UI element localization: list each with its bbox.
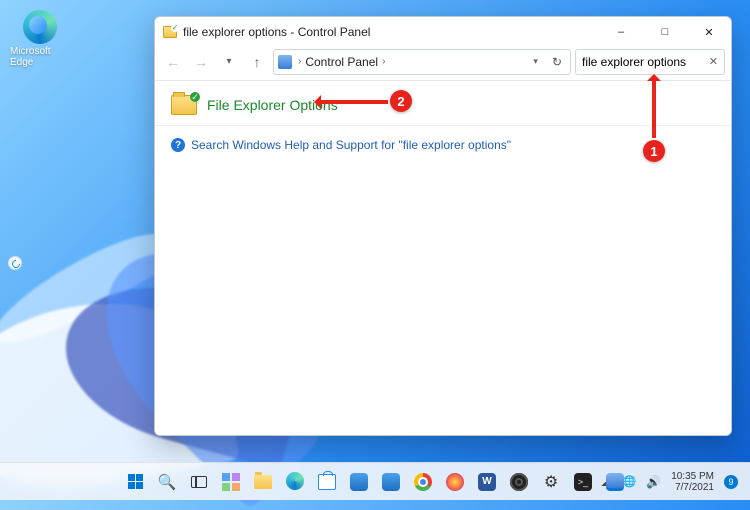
mail-icon: [350, 473, 368, 491]
taskbar-app-obs[interactable]: [505, 468, 533, 496]
taskbar-app-chrome[interactable]: [409, 468, 437, 496]
nav-up-button[interactable]: ↑: [245, 50, 269, 74]
control-panel-breadcrumb-icon: [278, 55, 292, 69]
nav-toolbar: ← → ▾ ↑ › Control Panel › ▾ ↻ ✕: [155, 47, 731, 81]
address-dropdown-icon[interactable]: ▾: [529, 54, 542, 69]
widgets-button[interactable]: [217, 468, 245, 496]
gear-icon: ⚙: [544, 472, 558, 492]
notif-count: 9: [728, 477, 733, 487]
desktop-icon-recycle-bin[interactable]: [8, 256, 22, 270]
clock-time: 10:35 PM: [671, 471, 714, 482]
firefox-icon: [446, 473, 464, 491]
annotation-callout-1: 1: [643, 140, 665, 162]
notification-center-button[interactable]: 9: [724, 475, 738, 489]
task-view-icon: [191, 476, 207, 488]
photos-icon: [382, 473, 400, 491]
volume-icon[interactable]: 🔊: [646, 475, 661, 489]
taskbar-app-terminal[interactable]: >_: [569, 468, 597, 496]
desktop-icon-edge[interactable]: Microsoft Edge: [10, 10, 70, 68]
control-panel-icon: [163, 26, 177, 38]
window-title: file explorer options - Control Panel: [183, 25, 370, 39]
chevron-right-icon[interactable]: ›: [380, 56, 387, 67]
divider: [155, 125, 731, 126]
control-panel-icon: [606, 473, 624, 491]
edge-taskbar-button[interactable]: [281, 468, 309, 496]
annotation-callout-2: 2: [390, 90, 412, 112]
clear-search-icon[interactable]: ✕: [707, 53, 720, 70]
windows-logo-icon: [128, 474, 143, 489]
taskbar-app-control-panel[interactable]: [601, 468, 629, 496]
nav-back-button[interactable]: ←: [161, 50, 185, 74]
help-info-icon: ?: [171, 138, 185, 152]
search-help-link[interactable]: Search Windows Help and Support for "fil…: [191, 138, 511, 152]
start-button[interactable]: [121, 468, 149, 496]
breadcrumb-root[interactable]: Control Panel: [305, 55, 378, 69]
taskbar-center: 🔍: [121, 468, 629, 496]
close-button[interactable]: ✕: [687, 17, 731, 47]
chrome-icon: [414, 473, 432, 491]
taskbar-app-mail[interactable]: [345, 468, 373, 496]
annotation-arrow-1: [652, 76, 656, 138]
word-icon: W: [478, 473, 496, 491]
folder-icon: [254, 475, 272, 489]
nav-recent-dropdown[interactable]: ▾: [217, 50, 241, 74]
address-bar[interactable]: › Control Panel › ▾ ↻: [273, 49, 571, 75]
annotation-arrow-2: [316, 100, 388, 104]
taskbar-clock[interactable]: 10:35 PM 7/7/2021: [671, 471, 714, 493]
task-view-button[interactable]: [185, 468, 213, 496]
taskbar-app-word[interactable]: W: [473, 468, 501, 496]
refresh-button[interactable]: ↻: [548, 53, 566, 71]
store-button[interactable]: [313, 468, 341, 496]
store-icon: [318, 474, 336, 490]
minimize-button[interactable]: –: [599, 17, 643, 47]
desktop-icon-label: Microsoft Edge: [10, 46, 70, 68]
terminal-icon: >_: [574, 473, 592, 491]
edge-icon: [286, 472, 304, 490]
taskbar-app-photos[interactable]: [377, 468, 405, 496]
nav-forward-button[interactable]: →: [189, 50, 213, 74]
maximize-button[interactable]: □: [643, 17, 687, 47]
help-row: ? Search Windows Help and Support for "f…: [171, 138, 715, 152]
search-button[interactable]: 🔍: [153, 468, 181, 496]
folder-options-icon: [171, 95, 197, 115]
control-panel-window: file explorer options - Control Panel – …: [154, 16, 732, 436]
taskbar-app-browser[interactable]: [441, 468, 469, 496]
obs-icon: [510, 473, 528, 491]
taskbar: 🔍: [0, 462, 750, 500]
search-result-row: File Explorer Options: [171, 95, 715, 115]
edge-icon: [23, 10, 57, 44]
content-pane: File Explorer Options ? Search Windows H…: [155, 81, 731, 435]
titlebar[interactable]: file explorer options - Control Panel – …: [155, 17, 731, 47]
taskbar-app-settings[interactable]: ⚙: [537, 468, 565, 496]
search-input[interactable]: [580, 54, 707, 70]
widgets-icon: [222, 473, 240, 491]
clock-date: 7/7/2021: [671, 482, 714, 493]
chevron-right-icon[interactable]: ›: [296, 56, 303, 67]
search-icon: 🔍: [158, 473, 177, 491]
file-explorer-button[interactable]: [249, 468, 277, 496]
